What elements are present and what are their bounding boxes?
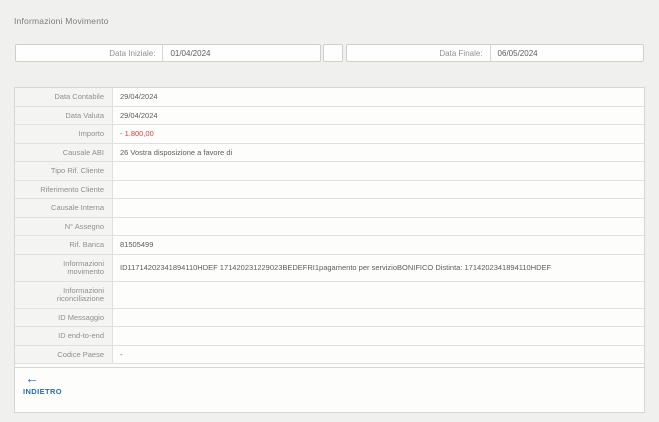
row-value bbox=[113, 162, 644, 180]
table-row: Riferimento Cliente bbox=[15, 180, 644, 199]
footer-panel: ← INDIETRO bbox=[14, 367, 645, 413]
start-date-label: Data Iniziale: bbox=[16, 45, 164, 61]
end-date-label: Data Finale: bbox=[347, 45, 491, 61]
row-label: Riferimento Cliente bbox=[15, 180, 113, 198]
row-value: 81505499 bbox=[120, 240, 154, 249]
row-label: Tipo Rif. Cliente bbox=[15, 162, 113, 180]
row-label: Codice Paese bbox=[15, 345, 113, 363]
row-label: Data Valuta bbox=[15, 106, 113, 124]
table-row: N° Assegno bbox=[15, 217, 644, 236]
table-row: ID end-to-end bbox=[15, 327, 644, 346]
back-button-label: INDIETRO bbox=[23, 387, 63, 396]
date-range-spacer-box bbox=[323, 44, 343, 62]
row-value: ID11714202341894110HDEF 171420231229023B… bbox=[120, 262, 552, 272]
row-value bbox=[113, 282, 644, 308]
table-row: Rif. Banca 81505499 bbox=[15, 236, 644, 255]
table-row: Data Contabile 29/04/2024 bbox=[15, 88, 644, 107]
row-label: Rif. Banca bbox=[15, 236, 113, 254]
table-row: Causale Interna bbox=[15, 199, 644, 218]
row-value bbox=[113, 309, 644, 327]
table-row: Causale ABI 26 Vostra disposizione a favo… bbox=[15, 143, 644, 162]
table-row: Tipo Rif. Cliente bbox=[15, 162, 644, 181]
row-label: Data Contabile bbox=[15, 88, 113, 106]
arrow-left-icon: ← bbox=[25, 370, 39, 386]
row-label: Causale Interna bbox=[15, 199, 113, 217]
table-row: Informazioni riconciliazione bbox=[15, 281, 644, 309]
row-value: 29/04/2024 bbox=[120, 110, 158, 120]
start-date-field: Data Iniziale: 01/04/2024 bbox=[15, 44, 321, 62]
row-value bbox=[113, 199, 644, 217]
table-row: Informazioni movimento ID1171420234189411… bbox=[15, 254, 644, 282]
table-row: ID Messaggio bbox=[15, 308, 644, 327]
row-label: Causale ABI bbox=[15, 143, 113, 161]
row-value bbox=[113, 218, 644, 236]
row-value: 29/04/2024 bbox=[120, 92, 158, 101]
row-value: 26 Vostra disposizione a favore di bbox=[120, 147, 233, 157]
start-date-input[interactable]: 01/04/2024 bbox=[163, 49, 320, 58]
table-row: Data Valuta 29/04/2024 bbox=[15, 106, 644, 125]
row-label: Importo bbox=[15, 125, 113, 143]
page-title: Informazioni Movimento bbox=[14, 16, 109, 26]
row-value bbox=[113, 181, 644, 199]
details-table: Data Contabile 29/04/2024 Data Valuta 29/04… bbox=[14, 87, 645, 373]
table-row: Codice Paese - bbox=[15, 345, 644, 364]
row-value bbox=[113, 327, 644, 345]
row-label: N° Assegno bbox=[15, 217, 113, 235]
back-button[interactable]: ← INDIETRO bbox=[23, 370, 63, 397]
row-label: ID Messaggio bbox=[15, 308, 113, 326]
row-label: Informazioni movimento bbox=[15, 254, 113, 281]
row-label: ID end-to-end bbox=[15, 327, 113, 345]
end-date-field: Data Finale: 06/05/2024 bbox=[346, 44, 644, 62]
table-row: Importo - 1.800,00 bbox=[15, 125, 644, 144]
end-date-input[interactable]: 06/05/2024 bbox=[491, 49, 643, 58]
row-value: - bbox=[120, 349, 123, 359]
row-value: - 1.800,00 bbox=[120, 129, 154, 138]
row-label: Informazioni riconciliazione bbox=[15, 281, 113, 308]
